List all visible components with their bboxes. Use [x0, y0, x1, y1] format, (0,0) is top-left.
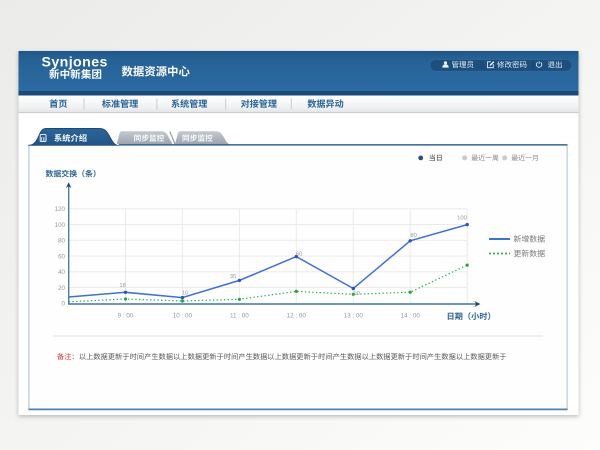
svg-text:10: 10 — [353, 291, 360, 297]
svg-text:40: 40 — [58, 269, 65, 276]
svg-text:20: 20 — [58, 285, 65, 292]
svg-text:12 : 00: 12 : 00 — [287, 312, 307, 319]
svg-text:Synjones: Synjones — [42, 55, 108, 71]
svg-text:80: 80 — [58, 238, 65, 245]
svg-text:11 : 00: 11 : 00 — [230, 312, 249, 319]
svg-text:9 : 00: 9 : 00 — [118, 312, 134, 319]
svg-text:10: 10 — [182, 291, 189, 297]
svg-text:100: 100 — [457, 216, 468, 222]
svg-text:18: 18 — [119, 283, 126, 289]
svg-text:60: 60 — [58, 253, 65, 260]
svg-text:14 : 00: 14 : 00 — [401, 312, 421, 319]
svg-text:80: 80 — [410, 233, 417, 239]
svg-text:120: 120 — [55, 206, 66, 213]
svg-text:13 : 00: 13 : 00 — [344, 312, 364, 319]
svg-text:100: 100 — [55, 222, 66, 229]
svg-text:35: 35 — [230, 274, 237, 280]
svg-text:0: 0 — [62, 301, 66, 308]
svg-text:60: 60 — [296, 251, 303, 257]
svg-text:10 : 00: 10 : 00 — [173, 312, 193, 319]
